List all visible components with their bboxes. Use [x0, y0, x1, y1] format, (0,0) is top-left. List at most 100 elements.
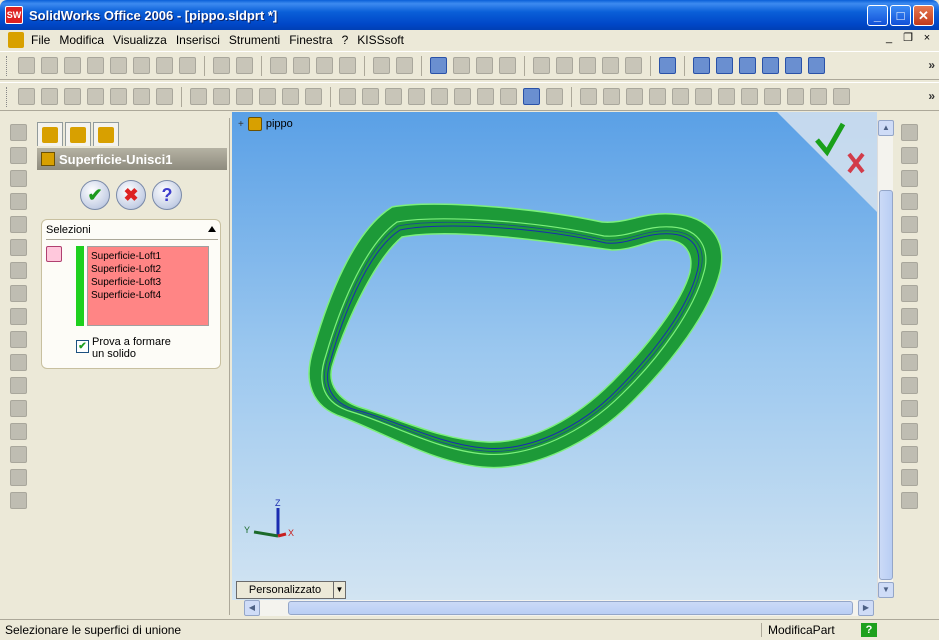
cut-loft-icon[interactable] — [9, 285, 27, 302]
surface-extrude-icon[interactable] — [580, 88, 597, 105]
pattern-v-icon[interactable] — [9, 469, 27, 486]
copy-icon[interactable] — [156, 57, 173, 74]
try-form-solid-option[interactable]: ✔ Prova a formare un solido — [76, 336, 171, 360]
dome-v-icon[interactable] — [9, 446, 27, 463]
boss-sweep-icon[interactable] — [9, 216, 27, 233]
thread-icon[interactable] — [431, 88, 448, 105]
vertical-scrollbar[interactable]: ▲ ▼ — [877, 120, 894, 598]
boss-revolve-icon[interactable] — [9, 170, 27, 187]
shell-icon[interactable] — [156, 88, 173, 105]
toolbar-grip[interactable] — [6, 55, 9, 76]
selections-header[interactable]: Selezioni — [46, 224, 218, 240]
horizontal-scrollbar[interactable]: ◀ ▶ — [244, 600, 874, 616]
surface-loft-icon[interactable] — [649, 88, 666, 105]
delete-face-icon[interactable] — [810, 88, 827, 105]
rib-icon[interactable] — [190, 88, 207, 105]
zoom-fit-icon[interactable] — [693, 57, 710, 74]
scale-icon[interactable] — [259, 88, 276, 105]
cut-icon[interactable] — [133, 57, 150, 74]
status-help-icon[interactable]: ? — [861, 623, 877, 637]
properties-icon[interactable] — [339, 57, 356, 74]
list-item[interactable]: Superficie-Loft3 — [91, 276, 205, 289]
play-icon[interactable] — [533, 57, 550, 74]
close-button[interactable]: ✕ — [913, 5, 934, 26]
scroll-up-icon[interactable]: ▲ — [878, 120, 894, 136]
rebuild-icon[interactable] — [316, 57, 333, 74]
fill-surface-icon[interactable] — [741, 88, 758, 105]
toolbar-overflow-icon[interactable]: » — [928, 89, 935, 103]
wrap-icon[interactable] — [454, 88, 471, 105]
toolbar-overflow-icon[interactable]: » — [928, 58, 935, 72]
split-icon[interactable] — [282, 88, 299, 105]
menu-modifica[interactable]: Modifica — [56, 33, 110, 47]
zoom-area-icon[interactable] — [716, 57, 733, 74]
pan-icon[interactable] — [808, 57, 825, 74]
minimize-button[interactable]: _ — [867, 5, 888, 26]
help-icon[interactable] — [499, 57, 516, 74]
cut-extrude-icon[interactable] — [9, 147, 27, 164]
surface-revolve-icon[interactable] — [603, 88, 620, 105]
scroll-left-icon[interactable]: ◀ — [244, 600, 260, 616]
zoom-selection-icon[interactable] — [762, 57, 779, 74]
cancel-button[interactable]: ✖ — [116, 180, 146, 210]
selection-list[interactable]: Superficie-Loft1 Superficie-Loft2 Superf… — [87, 246, 209, 326]
doc-close-button[interactable]: × — [919, 31, 935, 46]
collapse-arrow-icon[interactable] — [208, 226, 216, 232]
pause-icon[interactable] — [579, 57, 596, 74]
toolbar-grip[interactable] — [6, 86, 9, 107]
trim-entities-icon[interactable] — [900, 492, 918, 509]
offset-surface-icon[interactable] — [695, 88, 712, 105]
help-button[interactable]: ? — [152, 180, 182, 210]
extend-surface-icon[interactable] — [787, 88, 804, 105]
tab-property-manager[interactable] — [65, 122, 91, 146]
thicken-icon[interactable] — [833, 88, 850, 105]
circular-pattern-icon[interactable] — [362, 88, 379, 105]
revolve-icon[interactable] — [41, 88, 58, 105]
draft-v-icon[interactable] — [9, 400, 27, 417]
camera-icon[interactable] — [430, 57, 447, 74]
macro-new-icon[interactable] — [602, 57, 619, 74]
smart-dimension-icon[interactable] — [900, 170, 918, 187]
paste-icon[interactable] — [179, 57, 196, 74]
scroll-down-icon[interactable]: ▼ — [878, 582, 894, 598]
hole-v-icon[interactable] — [9, 423, 27, 440]
sweep-icon[interactable] — [64, 88, 81, 105]
grid-icon[interactable] — [373, 57, 390, 74]
shell-v-icon[interactable] — [9, 354, 27, 371]
planar-surface-icon[interactable] — [672, 88, 689, 105]
chamfer-v-icon[interactable] — [9, 331, 27, 348]
options-icon[interactable] — [396, 57, 413, 74]
document-icon[interactable] — [8, 31, 24, 48]
view-orientation-dropdown-icon[interactable]: ▼ — [333, 582, 345, 598]
view-orientation-combo[interactable]: Personalizzato ▼ — [236, 581, 346, 599]
scroll-right-icon[interactable]: ▶ — [858, 600, 874, 616]
curves-icon[interactable] — [546, 88, 563, 105]
menu-visualizza[interactable]: Visualizza — [110, 33, 173, 47]
boss-extrude-icon[interactable] — [9, 124, 27, 141]
rectangle-icon[interactable] — [900, 216, 918, 233]
doc-minimize-button[interactable]: _ — [881, 31, 897, 46]
line-icon[interactable] — [900, 193, 918, 210]
ok-button[interactable]: ✔ — [80, 180, 110, 210]
try-form-solid-checkbox[interactable]: ✔ — [76, 340, 89, 353]
stop-icon[interactable] — [556, 57, 573, 74]
point-icon[interactable] — [900, 377, 918, 394]
tangent-arc-icon[interactable] — [900, 285, 918, 302]
graphics-area[interactable]: + pippo Z Y X Personalizzato ▼ — [232, 112, 877, 600]
list-item[interactable]: Superficie-Loft2 — [91, 263, 205, 276]
mirror-v-icon[interactable] — [9, 492, 27, 509]
macro-edit-icon[interactable] — [625, 57, 642, 74]
draft-icon[interactable] — [213, 88, 230, 105]
offset-entities-icon[interactable] — [900, 469, 918, 486]
select-filter-icon[interactable] — [293, 57, 310, 74]
tab-feature-manager[interactable] — [37, 122, 63, 146]
arc-icon[interactable] — [900, 262, 918, 279]
3d-sketch-icon[interactable] — [900, 147, 918, 164]
sketch-v-icon[interactable] — [900, 124, 918, 141]
rotate-view-icon[interactable] — [785, 57, 802, 74]
spline-icon[interactable] — [900, 354, 918, 371]
menu-inserisci[interactable]: Inserisci — [173, 33, 226, 47]
maximize-button[interactable]: □ — [890, 5, 911, 26]
combine-icon[interactable] — [305, 88, 322, 105]
doc-restore-button[interactable]: ❐ — [900, 31, 916, 46]
